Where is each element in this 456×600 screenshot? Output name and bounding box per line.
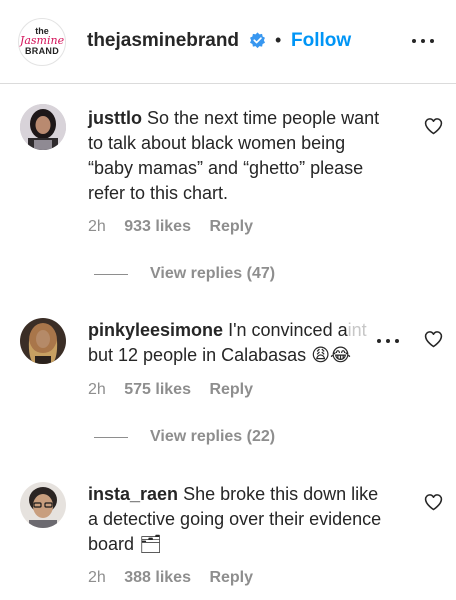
comment-meta: 2h 575 likes Reply (88, 380, 267, 400)
avatar[interactable] (20, 104, 66, 150)
heart-icon[interactable] (424, 493, 443, 511)
brand-logo-line3: BRAND (25, 46, 59, 56)
comment-line1: pinkyleesimone I'n convinced aint (88, 318, 408, 343)
comment-emoji: 🗂 (139, 534, 162, 555)
comment-time: 2h (88, 218, 106, 235)
heart-icon[interactable] (424, 330, 443, 348)
replies-divider (94, 274, 128, 275)
comment-username[interactable]: justtlo (88, 108, 142, 128)
post-header: the Jasmine BRAND thejasminebrand • Foll… (0, 0, 456, 84)
comment-time: 2h (88, 569, 106, 586)
comment-username[interactable]: insta_raen (88, 484, 178, 504)
comment-body-faded: int (347, 320, 367, 340)
avatar[interactable] (20, 482, 66, 528)
avatar-image (20, 104, 66, 150)
comment-meta: 2h 933 likes Reply (88, 217, 267, 237)
comment-text: pinkyleesimone I'n convinced aint but 12… (88, 318, 408, 368)
verified-badge-icon (250, 32, 265, 49)
view-replies-button[interactable]: View replies (22) (150, 426, 275, 448)
comment-username[interactable]: pinkyleesimone (88, 320, 223, 340)
view-replies[interactable]: View replies (47) (0, 263, 456, 285)
header-username[interactable]: thejasminebrand (87, 30, 239, 52)
replies-divider (94, 437, 128, 438)
view-replies[interactable]: View replies (22) (0, 426, 456, 448)
heart-icon[interactable] (424, 117, 443, 135)
comment-body: I'n convinced a (228, 320, 348, 340)
comment-meta: 2h 388 likes Reply (88, 568, 267, 588)
comment-line2: but 12 people in Calabasas 😩😂 (88, 343, 408, 368)
reply-button[interactable]: Reply (209, 569, 253, 586)
comment-text: justtlo So the next time people want to … (88, 106, 388, 206)
more-options-icon[interactable] (410, 30, 436, 52)
comment-text: insta_raen She broke this down like a de… (88, 482, 388, 557)
reply-button[interactable]: Reply (209, 381, 253, 398)
comment-body-line2: but 12 people in Calabasas (88, 345, 307, 365)
avatar[interactable] (20, 318, 66, 364)
avatar-image (20, 482, 66, 528)
comment-more-icon[interactable] (373, 334, 407, 348)
header-separator: • (275, 30, 282, 50)
follow-button[interactable]: Follow (291, 30, 351, 52)
comment-likes[interactable]: 388 likes (124, 569, 191, 586)
comment-emojis: 😩😂 (311, 345, 351, 366)
brand-avatar[interactable]: the Jasmine BRAND (18, 18, 66, 66)
reply-button[interactable]: Reply (209, 218, 253, 235)
comment-likes[interactable]: 575 likes (124, 381, 191, 398)
avatar-image (20, 318, 66, 364)
brand-logo-line2: Jasmine (19, 34, 65, 47)
comment-likes[interactable]: 933 likes (124, 218, 191, 235)
view-replies-button[interactable]: View replies (47) (150, 263, 275, 285)
comment-time: 2h (88, 381, 106, 398)
